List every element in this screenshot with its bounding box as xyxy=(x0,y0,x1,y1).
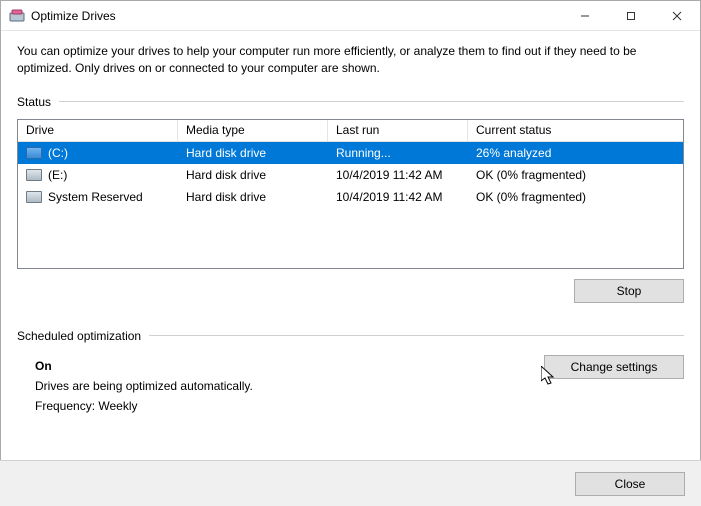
cell-drive: (E:) xyxy=(48,168,67,182)
stop-button[interactable]: Stop xyxy=(574,279,684,303)
titlebar: Optimize Drives xyxy=(1,1,700,31)
close-button[interactable]: Close xyxy=(575,472,685,496)
cell-status: OK (0% fragmented) xyxy=(468,186,683,208)
drive-icon xyxy=(26,191,42,203)
drive-icon xyxy=(26,147,42,159)
cell-media: Hard disk drive xyxy=(178,164,328,186)
window-title: Optimize Drives xyxy=(31,9,116,23)
divider xyxy=(59,101,684,102)
col-header-drive[interactable]: Drive xyxy=(18,120,178,141)
dialog-footer: Close xyxy=(0,460,701,506)
sched-freq: Frequency: Weekly xyxy=(35,399,684,413)
cell-last: Running... xyxy=(328,142,468,164)
table-header: Drive Media type Last run Current status xyxy=(18,120,683,142)
maximize-button[interactable] xyxy=(608,1,654,31)
change-settings-button[interactable]: Change settings xyxy=(544,355,684,379)
intro-text: You can optimize your drives to help you… xyxy=(17,43,684,77)
col-header-media[interactable]: Media type xyxy=(178,120,328,141)
minimize-button[interactable] xyxy=(562,1,608,31)
cell-drive: System Reserved xyxy=(48,190,143,204)
divider xyxy=(149,335,684,336)
status-section-header: Status xyxy=(17,95,684,109)
table-row[interactable]: System Reserved Hard disk drive 10/4/201… xyxy=(18,186,683,208)
sched-section-header: Scheduled optimization xyxy=(17,329,684,343)
status-label: Status xyxy=(17,95,51,109)
cell-status: OK (0% fragmented) xyxy=(468,164,683,186)
app-icon xyxy=(9,8,25,24)
cell-media: Hard disk drive xyxy=(178,142,328,164)
col-header-last[interactable]: Last run xyxy=(328,120,468,141)
drive-icon xyxy=(26,169,42,181)
cell-last: 10/4/2019 11:42 AM xyxy=(328,164,468,186)
close-window-button[interactable] xyxy=(654,1,700,31)
sched-label: Scheduled optimization xyxy=(17,329,141,343)
table-row[interactable]: (E:) Hard disk drive 10/4/2019 11:42 AM … xyxy=(18,164,683,186)
cell-status: 26% analyzed xyxy=(468,142,683,164)
table-row[interactable]: (C:) Hard disk drive Running... 26% anal… xyxy=(18,142,683,164)
cell-media: Hard disk drive xyxy=(178,186,328,208)
sched-desc: Drives are being optimized automatically… xyxy=(35,379,684,393)
cell-last: 10/4/2019 11:42 AM xyxy=(328,186,468,208)
cell-drive: (C:) xyxy=(48,146,68,160)
drives-table[interactable]: Drive Media type Last run Current status… xyxy=(17,119,684,269)
col-header-status[interactable]: Current status xyxy=(468,120,683,141)
